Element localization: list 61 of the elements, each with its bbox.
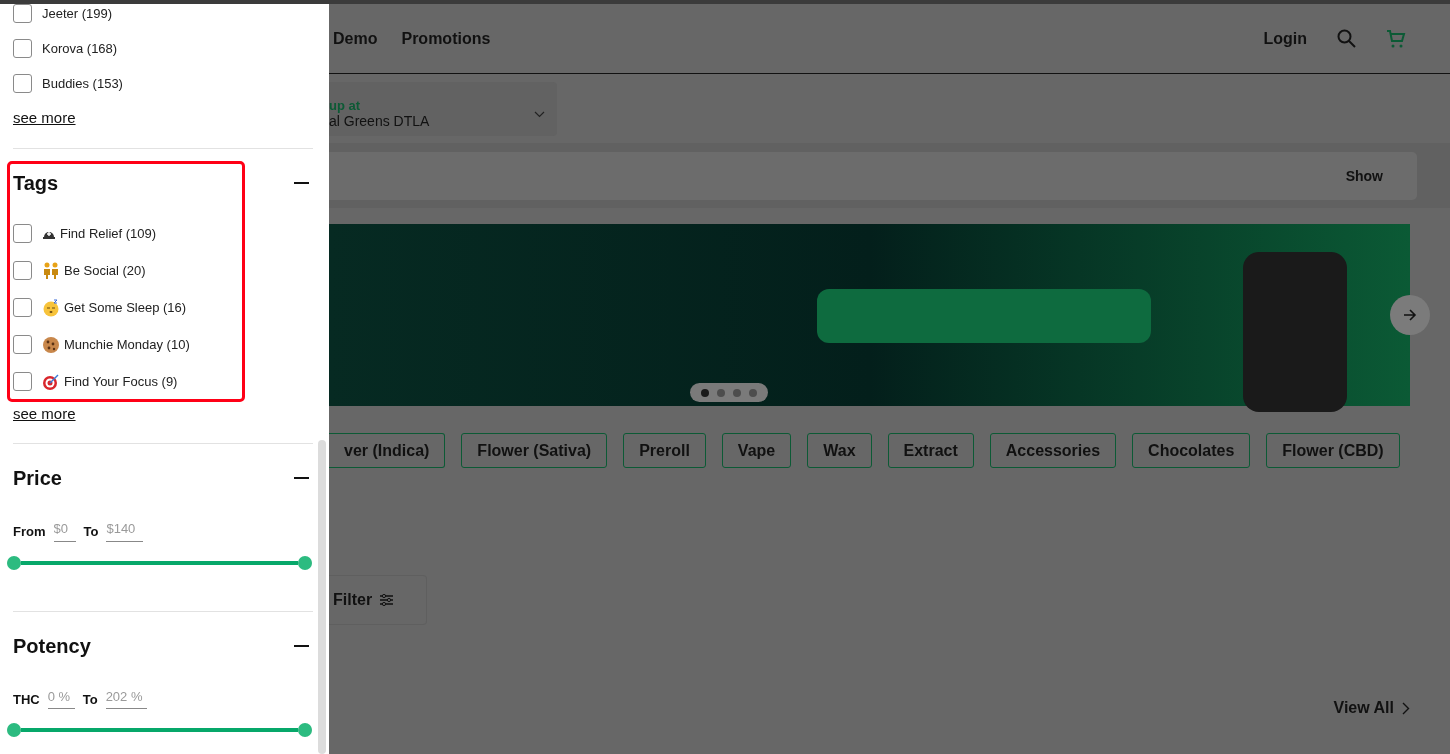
option-label: Jeeter (199) [42, 4, 113, 23]
carousel-dot[interactable] [717, 388, 725, 397]
checkbox[interactable] [13, 335, 32, 354]
category-chip[interactable]: Chocolates [1132, 433, 1251, 468]
option-label: Korova (168) [42, 39, 118, 58]
checkbox[interactable] [13, 39, 32, 58]
section-title: Potency [13, 633, 91, 658]
show-button[interactable]: Show [1339, 164, 1389, 188]
checkbox[interactable] [13, 74, 32, 93]
section-title: Price [13, 466, 62, 490]
category-chip[interactable]: Flower (CBD) [1266, 433, 1400, 468]
range-to-label: To [82, 690, 98, 709]
collapse-icon[interactable] [294, 644, 309, 647]
next-slide-button[interactable] [1390, 295, 1430, 335]
checkbox[interactable] [13, 4, 32, 23]
pickup-heading: up at [329, 98, 362, 113]
section-title: Tags [13, 171, 59, 195]
checkbox[interactable] [13, 298, 32, 317]
category-chip[interactable]: Wax [807, 433, 872, 468]
category-chip[interactable]: Preroll [623, 433, 706, 468]
scrollbar-thumb[interactable] [318, 440, 326, 754]
carousel-dot[interactable] [749, 388, 757, 397]
see-more-link[interactable]: see more [13, 405, 76, 422]
slider-thumb[interactable] [298, 723, 312, 737]
range-from-label: THC [13, 690, 40, 709]
target-icon [42, 372, 60, 391]
carousel-dot[interactable] [701, 388, 709, 397]
chevron-down-icon [534, 110, 545, 118]
slider-thumb[interactable] [7, 555, 21, 570]
range-from-label: From [13, 523, 46, 541]
option-label: Get Some Sleep (16) [64, 298, 187, 317]
option-label: Munchie Monday (10) [64, 335, 190, 354]
slider-thumb[interactable] [7, 723, 21, 737]
category-chip[interactable]: Extract [887, 433, 974, 468]
carousel-dot[interactable] [733, 388, 741, 397]
option-label: Find Relief (109) [60, 224, 157, 243]
see-more-link[interactable]: see more [13, 109, 76, 126]
sleeping-face-icon [42, 298, 60, 317]
range-to-label: To [83, 523, 99, 541]
nav-link[interactable]: Promotions [401, 26, 491, 51]
slider-thumb[interactable] [298, 555, 312, 570]
option-label: Be Social (20) [64, 261, 146, 280]
chevron-right-icon [1402, 701, 1410, 715]
cookie-icon [42, 335, 60, 354]
nav-link[interactable]: Demo [333, 26, 378, 51]
checkbox[interactable] [13, 261, 32, 280]
search-icon[interactable] [1337, 29, 1356, 48]
category-chip[interactable]: Accessories [989, 433, 1117, 468]
pickup-location: al Greens DTLA [329, 113, 431, 130]
pickup-selector[interactable]: up at al Greens DTLA [329, 82, 557, 136]
login-link[interactable]: Login [1263, 26, 1307, 51]
arrow-right-icon [1403, 309, 1417, 321]
option-label: Find Your Focus (9) [64, 372, 178, 391]
option-label: Buddies (153) [42, 74, 123, 93]
checkbox[interactable] [13, 372, 32, 391]
sliders-icon [380, 594, 394, 606]
category-chip[interactable]: Flower (Sativa) [461, 433, 608, 468]
category-chip[interactable]: Vape [721, 433, 792, 468]
dancers-icon [42, 261, 60, 280]
view-all-link[interactable]: View All [1333, 696, 1410, 720]
checkbox[interactable] [13, 224, 32, 243]
